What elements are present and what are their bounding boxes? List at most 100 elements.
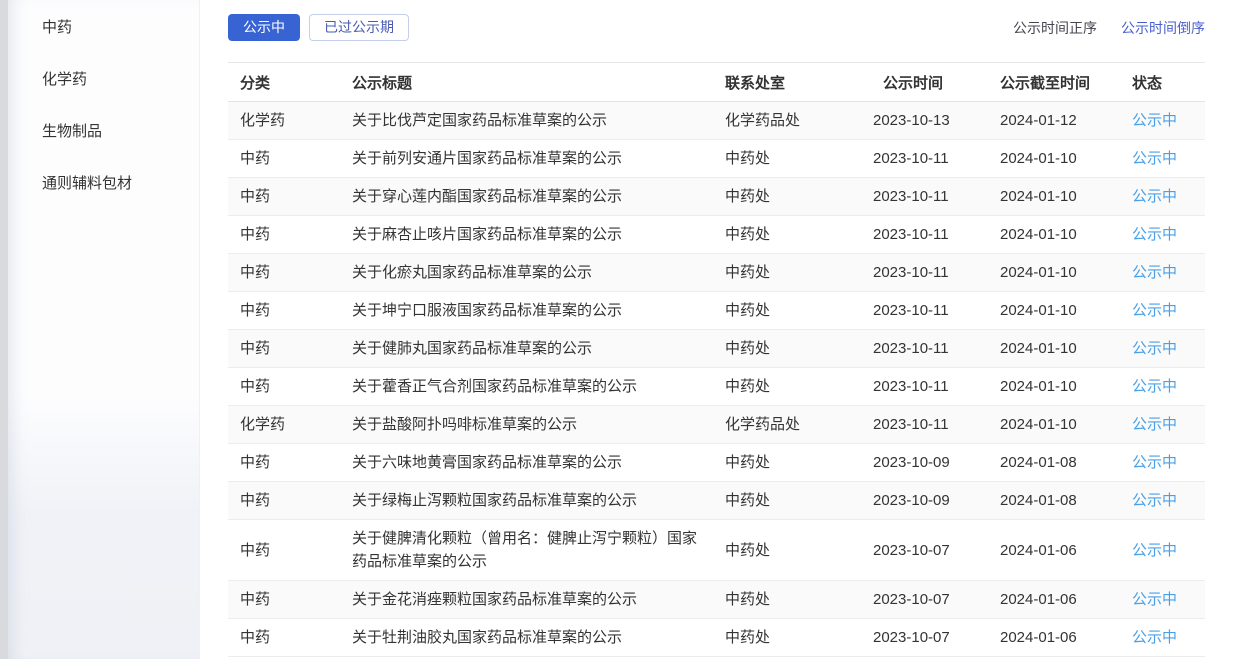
status-link[interactable]: 公示中 <box>1132 150 1177 167</box>
status-link[interactable]: 公示中 <box>1132 112 1177 129</box>
cell-title[interactable]: 关于麻杏止咳片国家药品标准草案的公示 <box>352 216 725 254</box>
sidebar: 中药 化学药 生物制品 通则辅料包材 <box>8 0 200 659</box>
cell-category: 中药 <box>228 216 352 254</box>
cell-publish-date: 2023-10-11 <box>873 216 1000 254</box>
table-row: 中药 关于金花消痤颗粒国家药品标准草案的公示 中药处 2023-10-07 20… <box>228 581 1205 619</box>
cell-office: 中药处 <box>725 216 873 254</box>
main-content: 公示中 已过公示期 公示时间正序 公示时间倒序 分类 公示标题 联系处室 公示时… <box>200 0 1250 659</box>
cell-title[interactable]: 关于健肺丸国家药品标准草案的公示 <box>352 330 725 368</box>
cell-publish-date: 2023-10-07 <box>873 619 1000 657</box>
status-link[interactable]: 公示中 <box>1132 378 1177 395</box>
cell-title[interactable]: 关于盐酸阿扑吗啡标准草案的公示 <box>352 406 725 444</box>
cell-category: 中药 <box>228 178 352 216</box>
cell-title[interactable]: 关于健脾清化颗粒（曾用名：健脾止泻宁颗粒）国家药品标准草案的公示 <box>352 520 725 581</box>
table-row: 中药 关于坤宁口服液国家药品标准草案的公示 中药处 2023-10-11 202… <box>228 292 1205 330</box>
status-link[interactable]: 公示中 <box>1132 264 1177 281</box>
status-link[interactable]: 公示中 <box>1132 188 1177 205</box>
status-link[interactable]: 公示中 <box>1132 454 1177 471</box>
cell-deadline: 2024-01-10 <box>1000 216 1120 254</box>
table-row: 中药 关于六味地黄膏国家药品标准草案的公示 中药处 2023-10-09 202… <box>228 444 1205 482</box>
cell-publish-date: 2023-10-11 <box>873 292 1000 330</box>
cell-title[interactable]: 关于比伐芦定国家药品标准草案的公示 <box>352 102 725 140</box>
sort-time-asc-link[interactable]: 公示时间正序 <box>1013 18 1097 38</box>
cell-title[interactable]: 关于六味地黄膏国家药品标准草案的公示 <box>352 444 725 482</box>
col-header-publish-date: 公示时间 <box>873 63 1000 102</box>
cell-title[interactable]: 关于穿心莲内酯国家药品标准草案的公示 <box>352 178 725 216</box>
cell-title[interactable]: 关于前列安通片国家药品标准草案的公示 <box>352 140 725 178</box>
cell-title[interactable]: 关于藿香正气合剂国家药品标准草案的公示 <box>352 368 725 406</box>
cell-office: 化学药品处 <box>725 406 873 444</box>
cell-deadline: 2024-01-12 <box>1000 102 1120 140</box>
cell-deadline: 2024-01-10 <box>1000 330 1120 368</box>
cell-category: 中药 <box>228 254 352 292</box>
cell-publish-date: 2023-10-13 <box>873 102 1000 140</box>
cell-publish-date: 2023-10-11 <box>873 330 1000 368</box>
status-link[interactable]: 公示中 <box>1132 591 1177 608</box>
cell-office: 中药处 <box>725 581 873 619</box>
cell-title[interactable]: 关于金花消痤颗粒国家药品标准草案的公示 <box>352 581 725 619</box>
cell-office: 中药处 <box>725 444 873 482</box>
cell-office: 中药处 <box>725 178 873 216</box>
cell-publish-date: 2023-10-07 <box>873 581 1000 619</box>
cell-deadline: 2024-01-06 <box>1000 581 1120 619</box>
status-link[interactable]: 公示中 <box>1132 302 1177 319</box>
cell-office: 中药处 <box>725 330 873 368</box>
tab-in-publicity[interactable]: 公示中 <box>228 14 300 41</box>
cell-category: 中药 <box>228 330 352 368</box>
cell-publish-date: 2023-10-11 <box>873 368 1000 406</box>
col-header-status: 状态 <box>1120 63 1205 102</box>
table-row: 中药 关于健肺丸国家药品标准草案的公示 中药处 2023-10-11 2024-… <box>228 330 1205 368</box>
sidebar-item-tcm[interactable]: 中药 <box>8 2 199 54</box>
cell-title[interactable]: 关于牡荆油胶丸国家药品标准草案的公示 <box>352 619 725 657</box>
status-link[interactable]: 公示中 <box>1132 492 1177 509</box>
status-link[interactable]: 公示中 <box>1132 629 1177 646</box>
cell-title[interactable]: 关于坤宁口服液国家药品标准草案的公示 <box>352 292 725 330</box>
cell-category: 中药 <box>228 368 352 406</box>
table-row: 中药 关于绿梅止泻颗粒国家药品标准草案的公示 中药处 2023-10-09 20… <box>228 482 1205 520</box>
col-header-deadline: 公示截至时间 <box>1000 63 1120 102</box>
cell-category: 中药 <box>228 581 352 619</box>
table-row: 中药 关于麻杏止咳片国家药品标准草案的公示 中药处 2023-10-11 202… <box>228 216 1205 254</box>
status-link[interactable]: 公示中 <box>1132 416 1177 433</box>
cell-office: 中药处 <box>725 482 873 520</box>
cell-category: 中药 <box>228 482 352 520</box>
col-header-category: 分类 <box>228 63 352 102</box>
cell-category: 中药 <box>228 444 352 482</box>
sidebar-item-biological[interactable]: 生物制品 <box>8 106 199 158</box>
cell-office: 中药处 <box>725 140 873 178</box>
cell-publish-date: 2023-10-07 <box>873 520 1000 581</box>
cell-publish-date: 2023-10-11 <box>873 140 1000 178</box>
cell-title[interactable]: 关于化瘀丸国家药品标准草案的公示 <box>352 254 725 292</box>
cell-deadline: 2024-01-08 <box>1000 444 1120 482</box>
table-body: 化学药 关于比伐芦定国家药品标准草案的公示 化学药品处 2023-10-13 2… <box>228 102 1205 657</box>
cell-category: 中药 <box>228 520 352 581</box>
sort-controls: 公示时间正序 公示时间倒序 <box>1013 18 1205 38</box>
publicity-table: 分类 公示标题 联系处室 公示时间 公示截至时间 状态 化学药 关于比伐芦定国家… <box>228 62 1205 657</box>
cell-category: 化学药 <box>228 102 352 140</box>
sidebar-item-general-rules[interactable]: 通则辅料包材 <box>8 158 199 210</box>
cell-office: 化学药品处 <box>725 102 873 140</box>
cell-deadline: 2024-01-10 <box>1000 406 1120 444</box>
cell-title[interactable]: 关于绿梅止泻颗粒国家药品标准草案的公示 <box>352 482 725 520</box>
sidebar-item-chemical[interactable]: 化学药 <box>8 54 199 106</box>
table-header: 分类 公示标题 联系处室 公示时间 公示截至时间 状态 <box>228 63 1205 102</box>
sort-time-desc-link[interactable]: 公示时间倒序 <box>1121 18 1205 38</box>
cell-deadline: 2024-01-10 <box>1000 254 1120 292</box>
cell-category: 中药 <box>228 140 352 178</box>
tab-expired-publicity[interactable]: 已过公示期 <box>309 14 409 41</box>
table-row: 化学药 关于盐酸阿扑吗啡标准草案的公示 化学药品处 2023-10-11 202… <box>228 406 1205 444</box>
app-root: 中药 化学药 生物制品 通则辅料包材 公示中 已过公示期 公示时间正序 公示时间… <box>0 0 1250 659</box>
status-link[interactable]: 公示中 <box>1132 226 1177 243</box>
cell-publish-date: 2023-10-09 <box>873 482 1000 520</box>
status-filter-tabs: 公示中 已过公示期 <box>228 14 409 41</box>
cell-office: 中药处 <box>725 368 873 406</box>
cell-category: 中药 <box>228 619 352 657</box>
cell-office: 中药处 <box>725 254 873 292</box>
cell-deadline: 2024-01-06 <box>1000 619 1120 657</box>
table-row: 中药 关于前列安通片国家药品标准草案的公示 中药处 2023-10-11 202… <box>228 140 1205 178</box>
status-link[interactable]: 公示中 <box>1132 340 1177 357</box>
table-row: 中药 关于化瘀丸国家药品标准草案的公示 中药处 2023-10-11 2024-… <box>228 254 1205 292</box>
col-header-office: 联系处室 <box>725 63 873 102</box>
toolbar: 公示中 已过公示期 公示时间正序 公示时间倒序 <box>228 14 1205 41</box>
status-link[interactable]: 公示中 <box>1132 542 1177 559</box>
